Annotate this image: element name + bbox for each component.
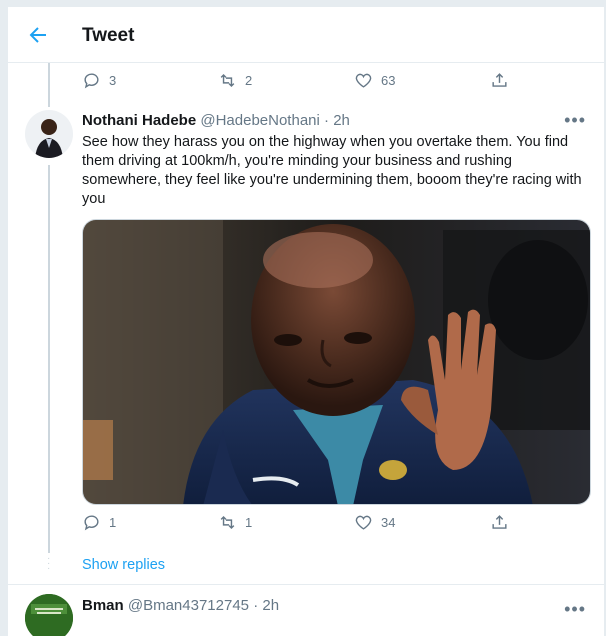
- retweet-count: 1: [245, 515, 253, 530]
- retweet-count: 2: [245, 73, 253, 88]
- timestamp[interactable]: 2h: [333, 112, 350, 129]
- tweet-panel: Tweet 3 2 63 Nothani Hadebe @HadebeNotha…: [7, 7, 605, 636]
- retweet-icon: [220, 73, 235, 88]
- retweet-icon: [220, 515, 235, 530]
- parent-action-bar: 3 2 63: [82, 71, 582, 95]
- author-handle[interactable]: @HadebeNothani: [200, 112, 319, 129]
- reply-icon: [84, 515, 99, 531]
- header: Tweet: [8, 7, 604, 63]
- retweet-button[interactable]: 2: [218, 71, 252, 90]
- reply-button[interactable]: 1: [82, 513, 116, 532]
- tweet-action-bar: 1 1 34: [82, 513, 582, 537]
- separator: ·: [253, 597, 259, 614]
- share-button[interactable]: [490, 71, 509, 90]
- tweet-image[interactable]: [82, 219, 591, 505]
- like-count: 63: [381, 73, 396, 88]
- share-button[interactable]: [490, 513, 509, 532]
- author-name[interactable]: Nothani Hadebe: [82, 112, 196, 129]
- thread-line: [48, 165, 50, 553]
- avatar[interactable]: [25, 110, 73, 158]
- page-title: Tweet: [82, 25, 135, 46]
- more-options-icon[interactable]: •••: [564, 599, 586, 620]
- more-options-icon[interactable]: •••: [564, 110, 586, 131]
- thread-line: [48, 63, 50, 107]
- tweet-meta: Nothani Hadebe @HadebeNothani · 2h: [82, 112, 350, 129]
- retweet-button[interactable]: 1: [218, 513, 252, 532]
- avatar[interactable]: [25, 594, 73, 636]
- tweet-meta: Bman @Bman43712745 · 2h: [82, 597, 279, 614]
- heart-icon: [355, 515, 372, 530]
- reply-icon: [84, 73, 99, 89]
- author-name[interactable]: Bman: [82, 597, 124, 614]
- share-icon: [492, 73, 507, 87]
- heart-icon: [355, 73, 372, 88]
- next-tweet: Bman @Bman43712745 · 2h •••: [8, 585, 604, 636]
- author-handle[interactable]: @Bman43712745: [128, 597, 249, 614]
- show-replies-link[interactable]: Show replies: [82, 557, 165, 573]
- reply-count: 1: [109, 515, 117, 530]
- share-icon: [492, 515, 507, 529]
- like-button[interactable]: 34: [354, 513, 395, 532]
- reply-button[interactable]: 3: [82, 71, 116, 90]
- tweet-text: See how they harass you on the highway w…: [82, 134, 582, 207]
- thread-continuation-dots: · · ·: [47, 553, 51, 574]
- reply-count: 3: [109, 73, 117, 88]
- like-count: 34: [381, 515, 396, 530]
- like-button[interactable]: 63: [354, 71, 395, 90]
- separator: ·: [324, 112, 330, 129]
- back-arrow-icon[interactable]: [26, 23, 50, 47]
- timestamp[interactable]: 2h: [262, 597, 279, 614]
